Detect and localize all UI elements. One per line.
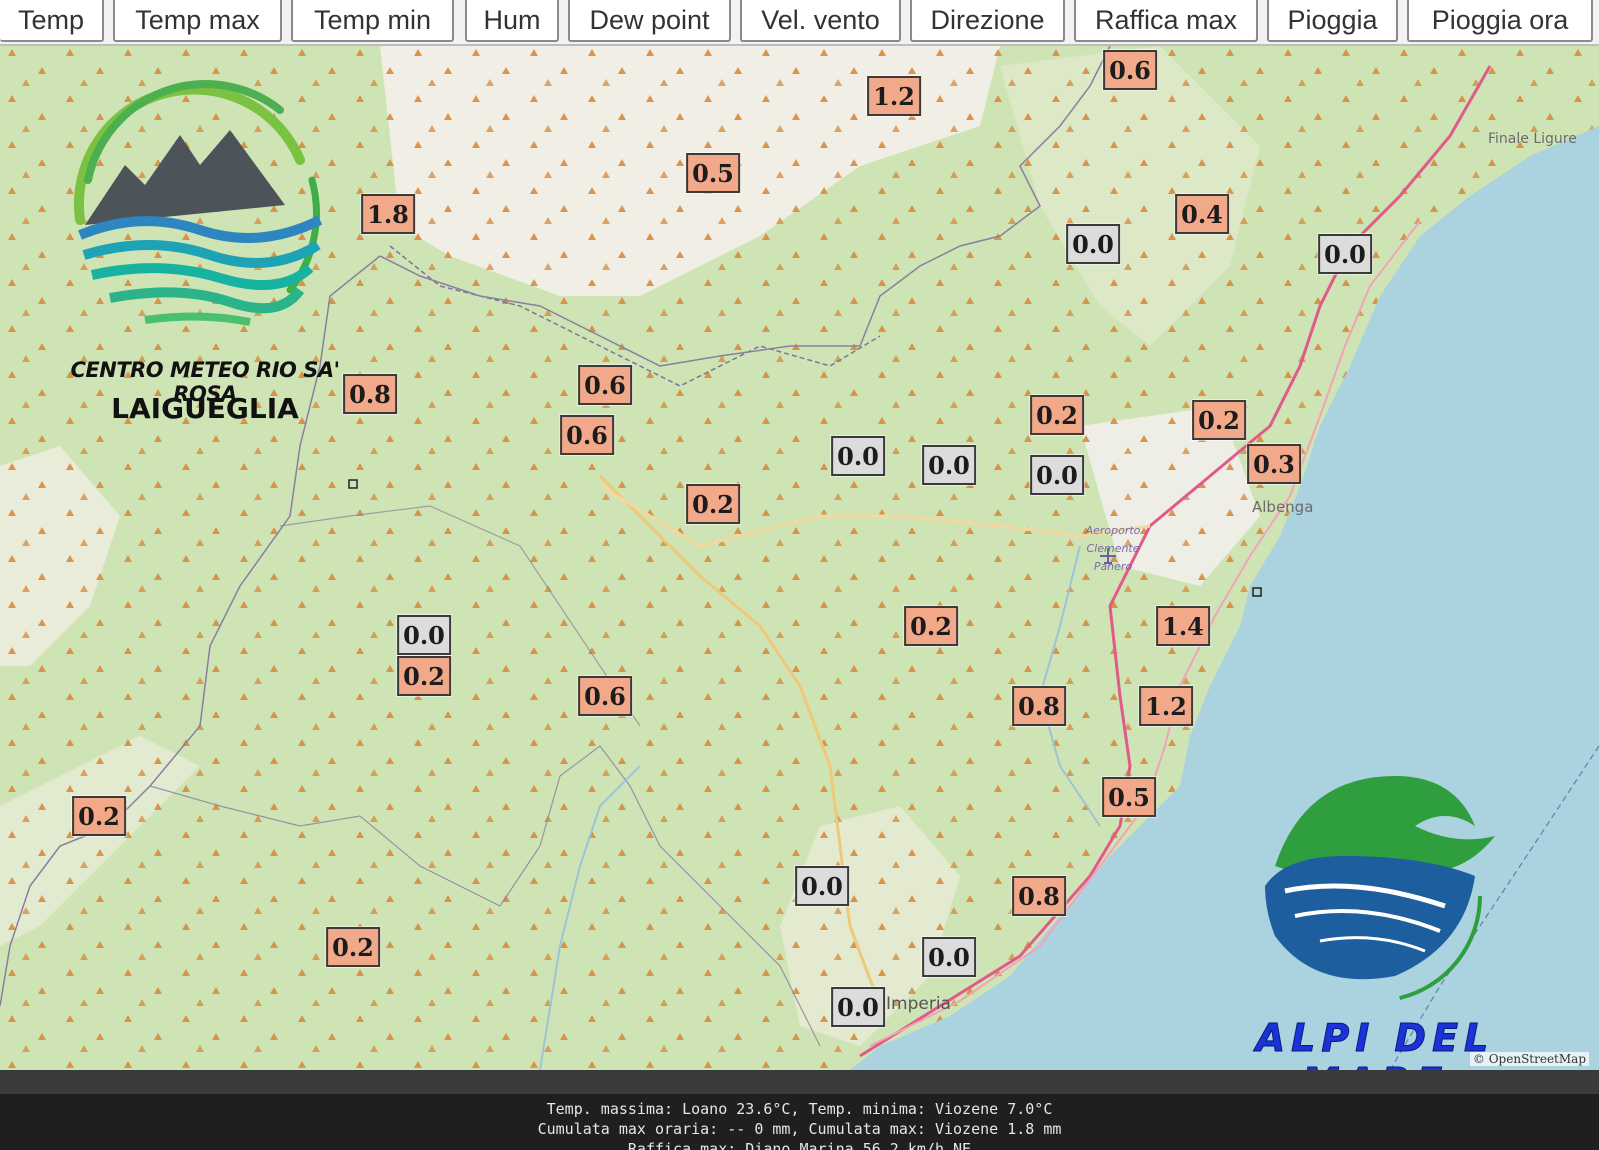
tab-temp-min[interactable]: Temp min	[291, 0, 454, 42]
rain-reading[interactable]: 0.0	[922, 937, 976, 977]
rain-reading[interactable]: 0.8	[1012, 686, 1066, 726]
rain-reading[interactable]: 0.5	[1102, 777, 1156, 817]
summary-gust: Raffica max: Diano Marina 56.2 km/h NE	[627, 1140, 972, 1150]
centro-meteo-logo: CENTRO METEO RIO SA' ROSA LAIGUEGLIA	[40, 70, 340, 470]
rain-reading[interactable]: 0.0	[795, 866, 849, 906]
rain-reading[interactable]: 0.5	[686, 153, 740, 193]
rain-reading[interactable]: 0.2	[904, 606, 958, 646]
tab-pioggia-ora[interactable]: Pioggia ora	[1407, 0, 1593, 42]
osm-attribution[interactable]: © OpenStreetMap	[1469, 1052, 1589, 1066]
summary-rainfall: Cumulata max oraria: -- 0 mm, Cumulata m…	[537, 1120, 1062, 1138]
place-finale-ligure: Finale Ligure	[1488, 131, 1577, 147]
place-imperia: Imperia	[886, 994, 951, 1014]
rain-map[interactable]: Finale Ligure Albenga Aeroporto Clemente…	[0, 46, 1599, 1070]
rain-reading[interactable]: 0.0	[1066, 224, 1120, 264]
tab-direzione[interactable]: Direzione	[910, 0, 1065, 42]
place-airport: Aeroporto Clemente Panero	[1085, 524, 1141, 573]
rain-reading[interactable]: 0.0	[831, 436, 885, 476]
rain-reading[interactable]: 0.0	[397, 615, 451, 655]
rain-reading[interactable]: 0.0	[1318, 234, 1372, 274]
alpi-del-mare-logo: ALPI DEL MARE	[1225, 746, 1525, 1070]
tab-temp[interactable]: Temp	[0, 0, 104, 42]
logo-subtitle: LAIGUEGLIA	[111, 392, 299, 425]
wave-globe-logo-icon	[1265, 776, 1495, 1003]
rain-reading[interactable]: 0.3	[1247, 444, 1301, 484]
rain-reading[interactable]: 0.8	[1012, 876, 1066, 916]
mountain-wave-logo-icon	[73, 80, 323, 326]
rain-reading[interactable]: 0.2	[1030, 395, 1084, 435]
rain-reading[interactable]: 0.2	[72, 796, 126, 836]
rain-reading[interactable]: 0.0	[831, 987, 885, 1027]
rain-reading[interactable]: 0.2	[1192, 400, 1246, 440]
rain-reading[interactable]: 0.4	[1175, 194, 1229, 234]
rain-reading[interactable]: 0.2	[686, 484, 740, 524]
rain-reading[interactable]: 0.6	[578, 365, 632, 405]
rain-reading[interactable]: 1.2	[867, 76, 921, 116]
rain-reading[interactable]: 0.0	[922, 445, 976, 485]
tab-temp-max[interactable]: Temp max	[113, 0, 282, 42]
rain-reading[interactable]: 1.4	[1156, 606, 1210, 646]
tab-vel-vento[interactable]: Vel. vento	[740, 0, 901, 42]
rain-reading[interactable]: 0.6	[560, 415, 614, 455]
tab-raffica-max[interactable]: Raffica max	[1074, 0, 1258, 42]
place-albenga: Albenga	[1252, 498, 1314, 516]
tab-bar: Temp Temp max Temp min Hum Dew point Vel…	[0, 0, 1599, 46]
rain-reading[interactable]: 0.2	[397, 656, 451, 696]
rain-reading[interactable]: 0.2	[326, 927, 380, 967]
tab-dew-point[interactable]: Dew point	[568, 0, 731, 42]
summary-footer: Temp. massima: Loano 23.6°C, Temp. minim…	[0, 1070, 1599, 1150]
rain-reading[interactable]: 0.6	[578, 676, 632, 716]
rain-reading[interactable]: 1.2	[1139, 686, 1193, 726]
rain-reading[interactable]: 0.6	[1103, 50, 1157, 90]
summary-temperature: Temp. massima: Loano 23.6°C, Temp. minim…	[546, 1100, 1053, 1118]
tab-pioggia[interactable]: Pioggia	[1267, 0, 1398, 42]
rain-reading[interactable]: 0.0	[1030, 455, 1084, 495]
tab-hum[interactable]: Hum	[465, 0, 559, 42]
rain-reading[interactable]: 1.8	[361, 194, 415, 234]
